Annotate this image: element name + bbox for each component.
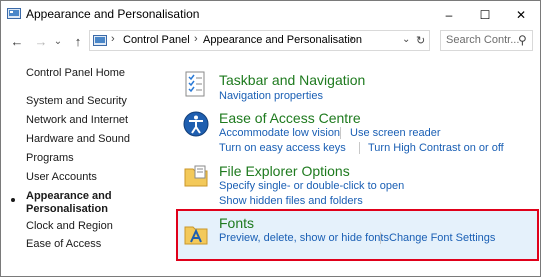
accommodate-low-vision-link[interactable]: Accommodate low vision bbox=[219, 127, 340, 139]
maximize-icon: ☐ bbox=[479, 7, 491, 22]
minimize-button[interactable]: – bbox=[431, 1, 467, 28]
change-font-settings-link[interactable]: Change Font Settings bbox=[389, 232, 495, 244]
refresh-icon[interactable]: ↻ bbox=[416, 34, 425, 47]
back-button[interactable]: ← bbox=[8, 31, 26, 51]
control-panel-icon bbox=[7, 8, 21, 19]
use-screen-reader-link[interactable]: Use screen reader bbox=[350, 127, 441, 139]
recent-locations-button[interactable]: ⌄ bbox=[52, 31, 64, 51]
preview-fonts-link[interactable]: Preview, delete, show or hide fonts bbox=[219, 232, 389, 244]
sidebar-item-programs[interactable]: Programs bbox=[26, 152, 74, 164]
taskbar-navigation-title[interactable]: Taskbar and Navigation bbox=[219, 72, 365, 88]
navigation-bar: ← → ⌄ ↑ › Control Panel › Appearance and… bbox=[1, 29, 540, 53]
search-input[interactable]: Search Contr... bbox=[446, 34, 519, 46]
search-icon[interactable]: ⚲ bbox=[518, 33, 527, 47]
control-panel-window: Appearance and Personalisation – ☐ ✕ ← →… bbox=[0, 0, 541, 277]
sidebar-item-user-accounts[interactable]: User Accounts bbox=[26, 171, 97, 183]
forward-arrow-icon: → bbox=[34, 33, 48, 49]
sidebar-item-appearance[interactable]: Appearance and bbox=[26, 190, 112, 202]
sidebar-item-ease-of-access[interactable]: Ease of Access bbox=[26, 238, 101, 250]
forward-button[interactable]: → bbox=[32, 31, 50, 51]
sidebar-item-network-internet[interactable]: Network and Internet bbox=[26, 114, 128, 126]
close-icon: ✕ bbox=[515, 7, 527, 22]
maximize-button[interactable]: ☐ bbox=[467, 1, 503, 28]
close-button[interactable]: ✕ bbox=[503, 1, 539, 28]
breadcrumb-separator: › bbox=[194, 33, 198, 45]
fonts-title[interactable]: Fonts bbox=[219, 215, 254, 231]
sidebar-item-appearance-line2[interactable]: Personalisation bbox=[26, 203, 108, 215]
ease-of-access-title[interactable]: Ease of Access Centre bbox=[219, 110, 361, 126]
control-panel-icon bbox=[93, 35, 107, 46]
file-explorer-options-icon bbox=[184, 165, 208, 187]
breadcrumb-separator: › bbox=[350, 33, 354, 45]
link-divider bbox=[359, 142, 360, 154]
sidebar-item-hardware-sound[interactable]: Hardware and Sound bbox=[26, 133, 130, 145]
fonts-icon bbox=[184, 226, 208, 245]
title-bar: Appearance and Personalisation – ☐ ✕ bbox=[1, 1, 540, 28]
file-explorer-options-title[interactable]: File Explorer Options bbox=[219, 163, 350, 179]
current-item-bullet-icon bbox=[11, 198, 15, 202]
breadcrumb-separator: › bbox=[111, 33, 115, 45]
back-arrow-icon: ← bbox=[10, 33, 24, 49]
up-arrow-icon: ↑ bbox=[74, 33, 82, 49]
up-button[interactable]: ↑ bbox=[69, 31, 87, 51]
address-dropdown-icon[interactable]: ⌄ bbox=[402, 34, 410, 45]
show-hidden-files-link[interactable]: Show hidden files and folders bbox=[219, 195, 363, 207]
window-title: Appearance and Personalisation bbox=[26, 7, 200, 21]
sidebar-item-clock-region[interactable]: Clock and Region bbox=[26, 220, 113, 232]
address-bar[interactable]: › Control Panel › Appearance and Persona… bbox=[89, 30, 430, 51]
single-double-click-link[interactable]: Specify single- or double-click to open bbox=[219, 180, 404, 192]
breadcrumb-control-panel[interactable]: Control Panel bbox=[123, 34, 190, 46]
minimize-icon: – bbox=[445, 7, 453, 22]
chevron-down-icon: ⌄ bbox=[53, 35, 63, 47]
ease-of-access-icon bbox=[183, 111, 209, 137]
link-divider bbox=[340, 127, 341, 139]
easy-access-keys-link[interactable]: Turn on easy access keys bbox=[219, 142, 346, 154]
navigation-properties-link[interactable]: Navigation properties bbox=[219, 90, 323, 102]
taskbar-navigation-icon bbox=[185, 71, 205, 97]
breadcrumb-appearance[interactable]: Appearance and Personalisation bbox=[203, 34, 362, 46]
high-contrast-link[interactable]: Turn High Contrast on or off bbox=[368, 142, 504, 154]
sidebar-item-control-panel-home[interactable]: Control Panel Home bbox=[26, 67, 125, 79]
sidebar-item-system-security[interactable]: System and Security bbox=[26, 95, 127, 107]
link-divider bbox=[380, 232, 381, 244]
search-box[interactable]: Search Contr... ⚲ bbox=[440, 30, 533, 51]
